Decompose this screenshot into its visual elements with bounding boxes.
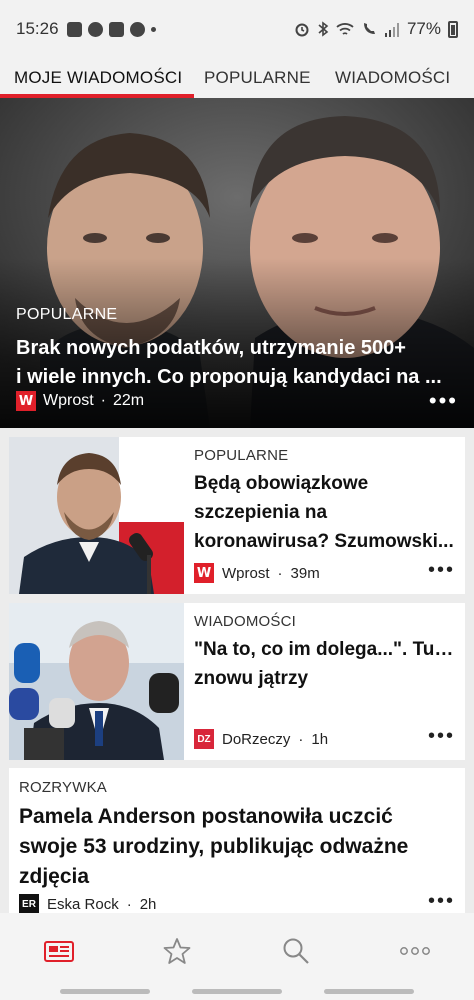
tab-popularne[interactable]: POPULARNE	[204, 58, 322, 98]
article-card[interactable]: POPULARNE Będą obowiązkowe szczepienia n…	[9, 437, 465, 594]
article-meta: DZ DoRzeczy · 1h	[194, 729, 328, 749]
battery-icon	[448, 20, 458, 38]
tab-wiadomosci[interactable]: WIADOMOŚCI	[335, 58, 450, 98]
alarm-icon	[295, 23, 309, 37]
wprost-logo-icon: W	[16, 391, 36, 411]
article-category: WIADOMOŚCI	[194, 613, 296, 630]
linkedin-icon	[108, 21, 124, 37]
gesture-bar	[192, 989, 282, 994]
more-options-icon[interactable]: •••	[428, 725, 455, 748]
hero-meta: W Wprost · 22m	[16, 391, 144, 411]
dorzeczy-logo-icon: DZ	[194, 729, 214, 749]
article-time: 39m	[290, 564, 320, 582]
more-notifications-icon	[150, 26, 156, 32]
article-title[interactable]: Pamela Anderson postanowiła uczcić swoje…	[19, 802, 455, 892]
hero-source: Wprost	[43, 392, 94, 409]
article-title[interactable]: "Na to, co im dolega...". Tusk znowu jąt…	[194, 635, 455, 693]
status-bar: 15:26 77%	[0, 0, 474, 58]
eska-rock-logo-icon: ER	[19, 894, 39, 914]
news-icon[interactable]	[39, 931, 79, 971]
article-card[interactable]: ROZRYWKA Pamela Anderson postanowiła ucz…	[9, 768, 465, 914]
search-icon[interactable]	[276, 931, 316, 971]
hero-article[interactable]: POPULARNE Brak nowych podatków, utrzyman…	[0, 98, 474, 428]
article-thumbnail	[9, 437, 184, 594]
article-thumbnail	[9, 603, 184, 760]
message-icon	[66, 21, 82, 37]
reddit-icon	[129, 21, 145, 37]
more-options-icon[interactable]: •••	[428, 890, 455, 913]
article-title[interactable]: Będą obowiązkowe szczepienia na koronawi…	[194, 469, 455, 556]
wifi-call-icon	[363, 23, 375, 34]
tab-moje-wiadomosci[interactable]: MOJE WIADOMOŚCI	[0, 58, 194, 98]
more-options-icon[interactable]: •••	[429, 388, 458, 414]
hero-title[interactable]: Brak nowych podatków, utrzymanie 500+ i …	[16, 334, 462, 392]
article-card[interactable]: WIADOMOŚCI "Na to, co im dolega...". Tus…	[9, 603, 465, 760]
article-category: POPULARNE	[194, 447, 289, 464]
signal-icon	[384, 22, 399, 37]
article-source: Wprost	[222, 564, 270, 582]
article-time: 1h	[311, 730, 329, 748]
article-category: ROZRYWKA	[19, 779, 107, 796]
hero-category: POPULARNE	[16, 306, 118, 323]
bottom-navigation	[0, 913, 474, 1000]
article-source: Eska Rock	[47, 895, 119, 913]
star-icon[interactable]	[157, 931, 197, 971]
system-icons: 77%	[294, 19, 458, 39]
tab-bar: MOJE WIADOMOŚCI POPULARNE WIADOMOŚCI	[0, 58, 474, 98]
wifi-icon	[336, 22, 354, 35]
battery-percent: 77%	[406, 19, 441, 38]
wprost-logo-icon: W	[194, 563, 214, 583]
article-meta: ER Eska Rock · 2h	[19, 894, 156, 914]
notification-icons	[66, 21, 156, 37]
gesture-bar	[324, 989, 414, 994]
hero-time: 22m	[113, 392, 145, 409]
more-icon[interactable]	[395, 931, 435, 971]
gesture-bar	[60, 989, 150, 994]
facebook-icon	[87, 21, 103, 37]
article-source: DoRzeczy	[222, 730, 291, 748]
article-meta: W Wprost · 39m	[194, 563, 320, 583]
article-time: 2h	[139, 895, 157, 913]
status-time: 15:26	[16, 19, 59, 38]
more-options-icon[interactable]: •••	[428, 559, 455, 582]
bluetooth-icon	[318, 21, 329, 37]
